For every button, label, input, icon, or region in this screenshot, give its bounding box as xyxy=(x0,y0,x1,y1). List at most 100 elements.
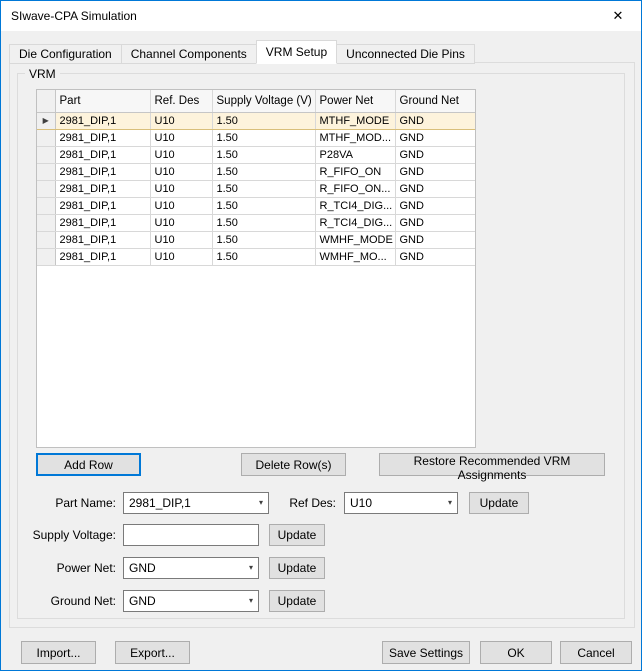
cell-ref-des[interactable]: U10 xyxy=(150,214,213,232)
cell-ground-net[interactable]: GND xyxy=(395,163,475,181)
ref-des-combo[interactable]: U10 ▾ xyxy=(344,492,458,514)
table-row[interactable]: 2981_DIP,1 U10 1.50 P28VA GND xyxy=(37,146,475,164)
cancel-button[interactable]: Cancel xyxy=(560,641,632,664)
cell-part[interactable]: 2981_DIP,1 xyxy=(55,231,151,249)
cell-part[interactable]: 2981_DIP,1 xyxy=(55,146,151,164)
cell-ref-des[interactable]: U10 xyxy=(150,112,213,130)
dialog-body: Die Configuration Channel Components VRM S… xyxy=(1,31,641,670)
cell-supply-voltage[interactable]: 1.50 xyxy=(212,248,316,266)
ok-button[interactable]: OK xyxy=(480,641,552,664)
row-selector[interactable] xyxy=(37,214,56,232)
current-row-arrow-icon[interactable]: ▶ xyxy=(37,112,56,130)
power-net-combo[interactable]: GND ▾ xyxy=(123,557,259,579)
cell-power-net[interactable]: P28VA xyxy=(315,146,396,164)
row-selector[interactable] xyxy=(37,146,56,164)
add-row-button[interactable]: Add Row xyxy=(36,453,141,476)
table-row[interactable]: 2981_DIP,1 U10 1.50 R_FIFO_ON GND xyxy=(37,163,475,181)
ground-net-combo[interactable]: GND ▾ xyxy=(123,590,259,612)
row-selector[interactable] xyxy=(37,231,56,249)
row-selector[interactable] xyxy=(37,129,56,147)
column-header[interactable]: Ground Net xyxy=(395,90,475,113)
close-button[interactable]: ✕ xyxy=(595,1,641,31)
cell-power-net[interactable]: MTHF_MOD... xyxy=(315,129,396,147)
column-header[interactable]: Supply Voltage (V) xyxy=(212,90,316,113)
row-selector[interactable] xyxy=(37,197,56,215)
cell-ref-des[interactable]: U10 xyxy=(150,146,213,164)
part-name-combo[interactable]: 2981_DIP,1 ▾ xyxy=(123,492,269,514)
import-button[interactable]: Import... xyxy=(21,641,96,664)
delete-rows-button[interactable]: Delete Row(s) xyxy=(241,453,346,476)
cell-power-net[interactable]: R_TCI4_DIG... xyxy=(315,214,396,232)
cell-part[interactable]: 2981_DIP,1 xyxy=(55,129,151,147)
update-supply-voltage-button[interactable]: Update xyxy=(269,524,325,546)
cell-part[interactable]: 2981_DIP,1 xyxy=(55,214,151,232)
save-settings-button[interactable]: Save Settings xyxy=(382,641,470,664)
export-button[interactable]: Export... xyxy=(115,641,190,664)
cell-power-net[interactable]: R_FIFO_ON... xyxy=(315,180,396,198)
cell-ground-net[interactable]: GND xyxy=(395,146,475,164)
cell-ref-des[interactable]: U10 xyxy=(150,231,213,249)
tab-unconnected-die-pins[interactable]: Unconnected Die Pins xyxy=(336,44,475,64)
table-row[interactable]: 2981_DIP,1 U10 1.50 R_FIFO_ON... GND xyxy=(37,180,475,198)
cell-ground-net[interactable]: GND xyxy=(395,112,475,130)
cell-part[interactable]: 2981_DIP,1 xyxy=(55,248,151,266)
cell-supply-voltage[interactable]: 1.50 xyxy=(212,231,316,249)
cell-part[interactable]: 2981_DIP,1 xyxy=(55,112,151,130)
table-row[interactable]: 2981_DIP,1 U10 1.50 R_TCI4_DIG... GND xyxy=(37,214,475,232)
tab-channel-components[interactable]: Channel Components xyxy=(120,44,257,64)
cell-part[interactable]: 2981_DIP,1 xyxy=(55,163,151,181)
window-title: SIwave-CPA Simulation xyxy=(11,9,137,23)
cell-power-net[interactable]: MTHF_MODE xyxy=(315,112,396,130)
tab-die-configuration[interactable]: Die Configuration xyxy=(9,44,122,64)
update-ground-net-button[interactable]: Update xyxy=(269,590,325,612)
cell-power-net[interactable]: WMHF_MO... xyxy=(315,248,396,266)
table-row[interactable]: 2981_DIP,1 U10 1.50 R_TCI4_DIG... GND xyxy=(37,197,475,215)
supply-voltage-label: Supply Voltage: xyxy=(32,528,116,542)
ref-des-label: Ref Des: xyxy=(289,496,336,510)
column-header[interactable]: Ref. Des xyxy=(150,90,213,113)
cell-part[interactable]: 2981_DIP,1 xyxy=(55,197,151,215)
cell-supply-voltage[interactable]: 1.50 xyxy=(212,146,316,164)
chevron-down-icon: ▾ xyxy=(248,563,253,572)
title-bar[interactable]: SIwave-CPA Simulation ✕ xyxy=(1,1,641,31)
cell-supply-voltage[interactable]: 1.50 xyxy=(212,180,316,198)
restore-recommended-vrm-button[interactable]: Restore Recommended VRM Assignments xyxy=(379,453,605,482)
cell-ground-net[interactable]: GND xyxy=(395,129,475,147)
cell-ground-net[interactable]: GND xyxy=(395,214,475,232)
row-selector[interactable] xyxy=(37,248,56,266)
vrm-group-label: VRM xyxy=(25,67,60,81)
cell-supply-voltage[interactable]: 1.50 xyxy=(212,197,316,215)
cell-power-net[interactable]: R_FIFO_ON xyxy=(315,163,396,181)
supply-voltage-input[interactable] xyxy=(123,524,259,546)
update-part-refdes-button[interactable]: Update xyxy=(469,492,529,514)
power-net-label: Power Net: xyxy=(56,561,116,575)
cell-supply-voltage[interactable]: 1.50 xyxy=(212,163,316,181)
column-header[interactable]: Power Net xyxy=(315,90,396,113)
cell-ref-des[interactable]: U10 xyxy=(150,129,213,147)
table-row[interactable]: ▶ 2981_DIP,1 U10 1.50 MTHF_MODE GND xyxy=(37,112,475,130)
row-selector[interactable] xyxy=(37,163,56,181)
cell-ref-des[interactable]: U10 xyxy=(150,248,213,266)
table-row[interactable]: 2981_DIP,1 U10 1.50 MTHF_MOD... GND xyxy=(37,129,475,147)
cell-power-net[interactable]: R_TCI4_DIG... xyxy=(315,197,396,215)
cell-part[interactable]: 2981_DIP,1 xyxy=(55,180,151,198)
cell-ground-net[interactable]: GND xyxy=(395,248,475,266)
cell-ref-des[interactable]: U10 xyxy=(150,180,213,198)
cell-ref-des[interactable]: U10 xyxy=(150,197,213,215)
cell-supply-voltage[interactable]: 1.50 xyxy=(212,214,316,232)
row-selector[interactable] xyxy=(37,180,56,198)
cell-ground-net[interactable]: GND xyxy=(395,180,475,198)
cell-ref-des[interactable]: U10 xyxy=(150,163,213,181)
table-row[interactable]: 2981_DIP,1 U10 1.50 WMHF_MODE GND xyxy=(37,231,475,249)
update-power-net-button[interactable]: Update xyxy=(269,557,325,579)
cell-supply-voltage[interactable]: 1.50 xyxy=(212,112,316,130)
vrm-table[interactable]: Part Ref. Des Supply Voltage (V) Power Net G… xyxy=(36,89,476,448)
cell-ground-net[interactable]: GND xyxy=(395,231,475,249)
grid-body: ▶ 2981_DIP,1 U10 1.50 MTHF_MODE GND 2981_DIP,1… xyxy=(37,112,475,266)
tab-vrm-setup[interactable]: VRM Setup xyxy=(255,40,338,64)
cell-supply-voltage[interactable]: 1.50 xyxy=(212,129,316,147)
cell-ground-net[interactable]: GND xyxy=(395,197,475,215)
column-header[interactable]: Part xyxy=(55,90,151,113)
cell-power-net[interactable]: WMHF_MODE xyxy=(315,231,396,249)
table-row[interactable]: 2981_DIP,1 U10 1.50 WMHF_MO... GND xyxy=(37,248,475,266)
